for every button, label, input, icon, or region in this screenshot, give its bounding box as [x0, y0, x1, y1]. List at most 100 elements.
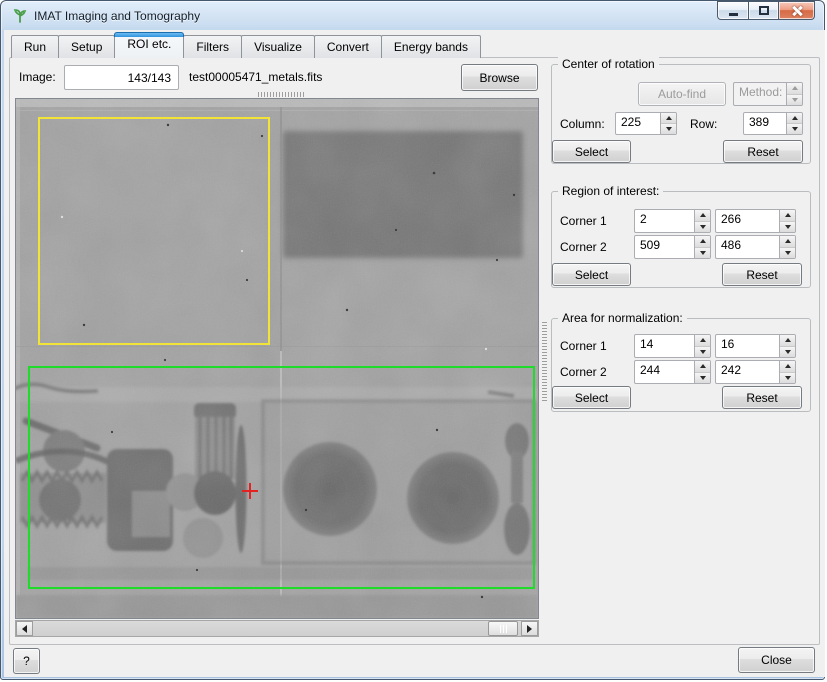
row-value: 389 [744, 113, 786, 134]
tab-bar: Run Setup ROI etc. Filters Visualize Con… [11, 32, 480, 58]
method-selector[interactable]: Method: [733, 82, 803, 106]
roi-corner2-label: Corner 2 [560, 240, 607, 254]
image-canvas[interactable] [16, 99, 538, 618]
vertical-splitter-handle[interactable] [542, 321, 547, 401]
roi-corner1-x-value: 2 [635, 210, 694, 232]
norm-corner2-y-spinbox[interactable]: 242 [715, 360, 796, 384]
window-title: IMAT Imaging and Tomography [34, 9, 200, 23]
norm-reset-button[interactable]: Reset [722, 386, 802, 409]
norm-select-label: Select [575, 391, 608, 405]
close-icon [791, 5, 803, 17]
norm-corner1-y-value: 16 [716, 335, 779, 357]
image-label: Image: [19, 70, 56, 84]
column-value: 225 [616, 113, 660, 134]
region-of-interest-group: Region of interest: Corner 1 2 266 Corne… [551, 191, 811, 288]
auto-find-label: Auto-find [658, 87, 706, 101]
norm-corner1-x-arrows[interactable] [694, 335, 710, 357]
roi-corner1-x-arrows[interactable] [694, 210, 710, 232]
norm-corner2-x-spinbox[interactable]: 244 [634, 360, 711, 384]
tab-setup[interactable]: Setup [58, 35, 115, 58]
tab-run[interactable]: Run [11, 35, 59, 58]
method-label: Method: [734, 83, 786, 105]
norm-reset-label: Reset [746, 391, 777, 405]
auto-find-button[interactable]: Auto-find [638, 82, 726, 106]
close-button-label: Close [761, 653, 792, 667]
center-of-rotation-title: Center of rotation [558, 57, 659, 71]
column-label: Column: [560, 117, 605, 131]
roi-corner2-x-value: 509 [635, 236, 694, 258]
roi-corner2-y-spinbox[interactable]: 486 [715, 235, 796, 259]
scrollbar-thumb[interactable] [488, 621, 518, 636]
scroll-left-icon [18, 625, 27, 633]
row-spin-arrows[interactable] [786, 113, 802, 134]
tab-filters[interactable]: Filters [183, 35, 242, 58]
roi-select-button[interactable]: Select [552, 263, 631, 286]
image-filename: test00005471_metals.fits [189, 70, 322, 84]
roi-corner2-x-arrows[interactable] [694, 236, 710, 258]
center-of-rotation-group: Center of rotation Auto-find Method: Col… [551, 64, 811, 164]
app-icon [12, 7, 28, 23]
image-viewer-frame [15, 98, 539, 619]
normalization-group: Area for normalization: Corner 1 14 16 C… [551, 318, 811, 412]
norm-corner2-y-arrows[interactable] [779, 361, 795, 383]
roi-reset-button[interactable]: Reset [722, 263, 802, 286]
norm-corner2-y-value: 242 [716, 361, 779, 383]
roi-corner1-y-value: 266 [716, 210, 779, 232]
tab-roi-etc[interactable]: ROI etc. [114, 32, 184, 58]
help-button[interactable]: ? [13, 648, 40, 674]
roi-reset-label: Reset [746, 268, 777, 282]
browse-button[interactable]: Browse [461, 64, 538, 91]
roi-corner1-x-spinbox[interactable]: 2 [634, 209, 711, 233]
maximize-button[interactable] [749, 1, 779, 20]
norm-select-button[interactable]: Select [552, 386, 631, 409]
close-button[interactable]: Close [738, 647, 815, 673]
close-window-button[interactable] [779, 1, 815, 20]
cor-select-label: Select [575, 145, 608, 159]
browse-button-label: Browse [479, 71, 519, 85]
norm-corner1-x-value: 14 [635, 335, 694, 357]
roi-title: Region of interest: [558, 184, 663, 198]
radiograph-image [16, 99, 538, 618]
image-index-value: 143/143 [128, 71, 171, 85]
roi-corner2-x-spinbox[interactable]: 509 [634, 235, 711, 259]
method-spin-arrows[interactable] [786, 83, 802, 105]
norm-corner2-x-value: 244 [635, 361, 694, 383]
dialog-content: Run Setup ROI etc. Filters Visualize Con… [4, 30, 825, 677]
row-label: Row: [690, 117, 717, 131]
normalization-title: Area for normalization: [558, 311, 687, 325]
roi-corner2-y-arrows[interactable] [779, 236, 795, 258]
norm-corner2-x-arrows[interactable] [694, 361, 710, 383]
norm-corner1-x-spinbox[interactable]: 14 [634, 334, 711, 358]
horizontal-splitter-handle[interactable] [258, 92, 304, 97]
norm-corner1-label: Corner 1 [560, 339, 607, 353]
minimize-button[interactable] [717, 1, 749, 20]
roi-corner2-y-value: 486 [716, 236, 779, 258]
norm-corner2-label: Corner 2 [560, 365, 607, 379]
window-controls [717, 1, 815, 20]
norm-corner1-y-spinbox[interactable]: 16 [715, 334, 796, 358]
cor-select-button[interactable]: Select [552, 140, 631, 163]
cor-reset-label: Reset [747, 145, 778, 159]
roi-corner1-y-spinbox[interactable]: 266 [715, 209, 796, 233]
column-spin-arrows[interactable] [660, 113, 676, 134]
cor-reset-button[interactable]: Reset [723, 140, 803, 163]
row-spinbox[interactable]: 389 [743, 112, 803, 135]
tab-energy-bands[interactable]: Energy bands [381, 35, 481, 58]
tab-convert[interactable]: Convert [314, 35, 382, 58]
roi-corner1-label: Corner 1 [560, 214, 607, 228]
maximize-icon [759, 6, 769, 15]
help-button-label: ? [23, 654, 30, 668]
roi-select-label: Select [575, 268, 608, 282]
h-scrollbar[interactable] [15, 620, 539, 637]
minimize-icon [729, 13, 738, 16]
titlebar: IMAT Imaging and Tomography [1, 1, 824, 30]
scroll-right-icon [527, 625, 536, 633]
scroll-right-button[interactable] [521, 621, 538, 636]
roi-corner1-y-arrows[interactable] [779, 210, 795, 232]
scroll-left-button[interactable] [16, 621, 33, 636]
tab-visualize[interactable]: Visualize [241, 35, 315, 58]
app-window: IMAT Imaging and Tomography Run Setup RO… [0, 0, 825, 680]
column-spinbox[interactable]: 225 [615, 112, 677, 135]
norm-corner1-y-arrows[interactable] [779, 335, 795, 357]
image-index-field[interactable]: 143/143 [64, 65, 179, 90]
